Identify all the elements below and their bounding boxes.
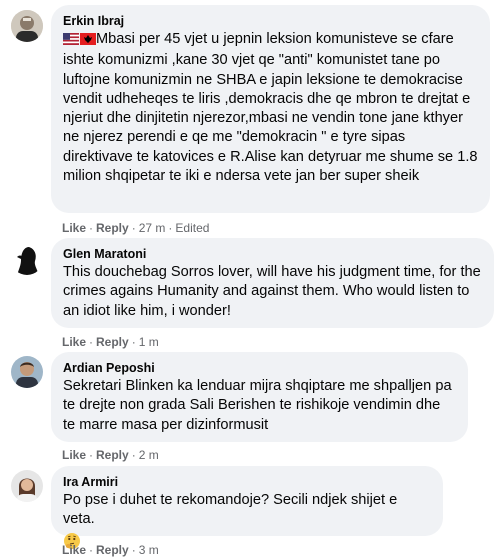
- avatar[interactable]: [11, 356, 43, 388]
- like-button[interactable]: Like: [62, 448, 86, 462]
- comment-actions: Like · Reply · 2 m: [62, 448, 159, 462]
- like-button[interactable]: Like: [62, 221, 86, 235]
- avatar[interactable]: [11, 243, 43, 275]
- reply-button[interactable]: Reply: [96, 543, 129, 557]
- comment-timestamp[interactable]: 27 m: [139, 221, 166, 235]
- like-button[interactable]: Like: [62, 335, 86, 349]
- comment-bubble: Erkin Ibraj Mbasi per 45 vjet u jepnin l…: [51, 5, 490, 213]
- albania-flag-icon: [80, 32, 96, 51]
- reply-button[interactable]: Reply: [96, 335, 129, 349]
- reply-button[interactable]: Reply: [96, 448, 129, 462]
- comment-bubble: Ira Armiri Po pse i duhet te rekomandoje…: [51, 466, 443, 549]
- edited-label: Edited: [175, 221, 210, 235]
- avatar[interactable]: [11, 470, 43, 502]
- comment-author[interactable]: Ardian Peposhi: [63, 360, 456, 376]
- comment-author[interactable]: Ira Armiri: [63, 474, 431, 490]
- comment-actions: Like · Reply · 27 m · Edited: [62, 221, 210, 235]
- comment-timestamp[interactable]: 3 m: [139, 543, 159, 557]
- comment-timestamp[interactable]: 2 m: [139, 448, 159, 462]
- comment-author[interactable]: Erkin Ibraj: [63, 13, 478, 29]
- comment-author[interactable]: Glen Maratoni: [63, 246, 482, 262]
- comment-text: Mbasi per 45 vjet u jepnin leksion komun…: [63, 31, 478, 185]
- comment-bubble: Glen Maratoni This douchebag Sorros love…: [51, 238, 494, 328]
- like-button[interactable]: Like: [62, 543, 86, 557]
- comment-text: This douchebag Sorros lover, will have h…: [63, 264, 481, 319]
- comment-actions: Like · Reply · 1 m: [62, 335, 159, 349]
- comment-text: Sekretari Blinken ka lenduar mijra shqip…: [63, 378, 452, 433]
- comment-bubble: Ardian Peposhi Sekretari Blinken ka lend…: [51, 352, 468, 442]
- reply-button[interactable]: Reply: [96, 221, 129, 235]
- comment-timestamp[interactable]: 1 m: [139, 335, 159, 349]
- avatar[interactable]: [11, 10, 43, 42]
- us-flag-icon: [63, 32, 79, 51]
